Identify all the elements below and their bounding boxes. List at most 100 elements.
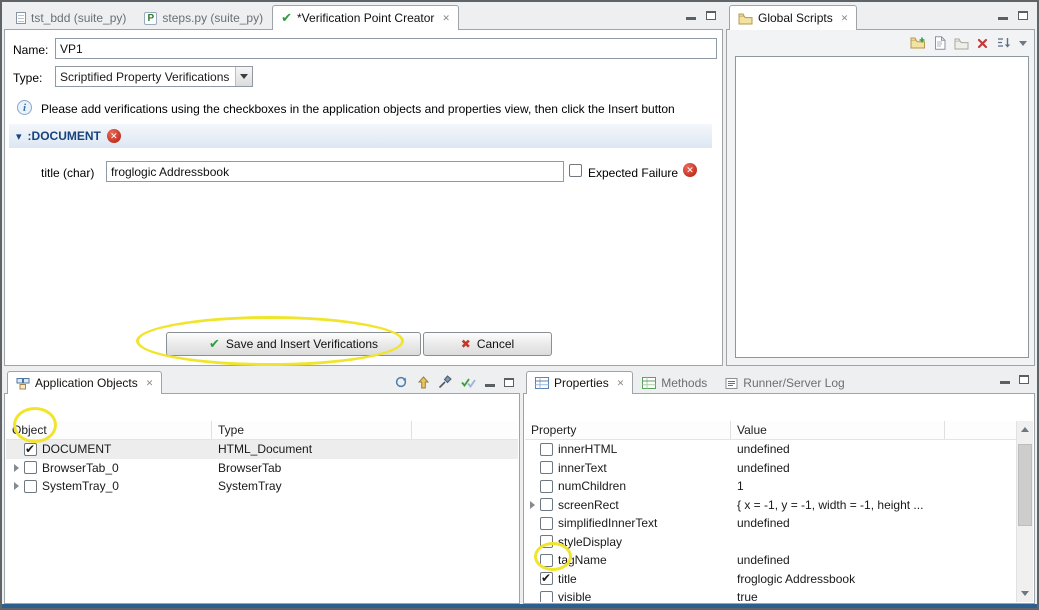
- row-checkbox[interactable]: [540, 572, 553, 585]
- sort-icon[interactable]: [996, 36, 1011, 50]
- tab-properties[interactable]: Properties ✕: [526, 371, 633, 394]
- property-row[interactable]: simplifiedInnerTextundefined: [525, 514, 1016, 533]
- property-name: visible: [558, 590, 591, 602]
- new-folder-icon[interactable]: [910, 36, 926, 50]
- expected-failure-label: Expected Failure: [588, 166, 678, 180]
- view-menu-icon[interactable]: [1019, 41, 1027, 46]
- object-row[interactable]: BrowserTab_0BrowserTab: [6, 459, 518, 478]
- column-header-value[interactable]: Value: [731, 421, 945, 439]
- cancel-button[interactable]: ✖ Cancel: [423, 332, 552, 356]
- property-row[interactable]: innerTextundefined: [525, 459, 1016, 478]
- application-objects-toolbar: [394, 375, 514, 389]
- refresh-objects-icon[interactable]: [394, 375, 409, 389]
- property-row[interactable]: visible true: [525, 588, 1016, 602]
- expander-icon[interactable]: [14, 482, 19, 490]
- vp-name-input[interactable]: [55, 38, 717, 59]
- row-checkbox[interactable]: [540, 554, 553, 567]
- column-header-type[interactable]: Type: [212, 421, 412, 439]
- scroll-up-icon[interactable]: [1017, 421, 1033, 438]
- new-script-icon[interactable]: [934, 36, 946, 50]
- minimize-icon[interactable]: [1000, 375, 1010, 384]
- tab-methods[interactable]: Methods: [633, 372, 716, 393]
- vertical-scrollbar[interactable]: [1016, 421, 1033, 602]
- row-checkbox[interactable]: [540, 517, 553, 530]
- remove-section-icon[interactable]: ✕: [107, 129, 121, 143]
- row-checkbox[interactable]: [24, 443, 37, 456]
- delete-icon[interactable]: [977, 38, 988, 49]
- row-checkbox[interactable]: [540, 443, 553, 456]
- property-row[interactable]: tagNameundefined: [525, 551, 1016, 570]
- close-icon[interactable]: ✕: [146, 378, 154, 389]
- editor-tab-verification-point-creator[interactable]: ✔ *Verification Point Creator ✕: [272, 5, 459, 30]
- minimize-icon[interactable]: [998, 11, 1008, 20]
- editor-tab-steps-py[interactable]: P steps.py (suite_py): [135, 6, 272, 29]
- vp-type-select[interactable]: Scriptified Property Verifications: [55, 66, 253, 87]
- document-section-header[interactable]: ▾ :DOCUMENT ✕: [9, 124, 712, 148]
- properties-tab-icon: [535, 377, 549, 389]
- property-row[interactable]: styleDisplay: [525, 533, 1016, 552]
- tab-label: steps.py (suite_py): [162, 11, 263, 25]
- maximize-icon[interactable]: [1019, 375, 1029, 384]
- minimize-icon[interactable]: [485, 378, 495, 387]
- chevron-down-icon[interactable]: ▾: [16, 130, 22, 143]
- scrollbar-thumb[interactable]: [1018, 444, 1032, 526]
- table-header: Property Value: [525, 421, 1016, 440]
- object-row[interactable]: DOCUMENTHTML_Document: [6, 440, 518, 459]
- properties-window-controls: [1000, 375, 1029, 384]
- property-row[interactable]: titlefroglogic Addressbook: [525, 570, 1016, 589]
- column-header-filler: [412, 421, 518, 439]
- property-row[interactable]: innerHTMLundefined: [525, 440, 1016, 459]
- row-checkbox[interactable]: [24, 461, 37, 474]
- save-and-insert-button[interactable]: ✔ Save and Insert Verifications: [166, 332, 421, 356]
- close-icon[interactable]: ✕: [841, 13, 849, 24]
- row-checkbox[interactable]: [540, 498, 553, 511]
- remove-verification-icon[interactable]: ✕: [683, 163, 697, 177]
- row-checkbox[interactable]: [24, 480, 37, 493]
- chevron-down-icon[interactable]: [235, 67, 252, 86]
- move-up-icon[interactable]: [418, 376, 429, 389]
- properties-body: Property Value innerHTMLundefinedinnerTe…: [523, 394, 1035, 604]
- row-checkbox[interactable]: [540, 480, 553, 493]
- property-row[interactable]: numChildren1: [525, 477, 1016, 496]
- row-checkbox[interactable]: [540, 461, 553, 474]
- tab-application-objects[interactable]: Application Objects ✕: [7, 371, 162, 394]
- editor-tab-tst-bdd[interactable]: tst_bdd (suite_py): [7, 6, 135, 29]
- expander-icon[interactable]: [530, 501, 535, 509]
- maximize-icon[interactable]: [504, 378, 514, 387]
- global-scripts-content[interactable]: [735, 56, 1029, 358]
- expected-failure-checkbox[interactable]: [569, 164, 582, 177]
- row-checkbox[interactable]: [540, 591, 553, 602]
- editor-window-controls: [686, 11, 716, 20]
- save-button-label: Save and Insert Verifications: [226, 337, 378, 351]
- column-header-object[interactable]: Object: [6, 421, 212, 439]
- expander-icon[interactable]: [14, 464, 19, 472]
- property-name: innerHTML: [558, 442, 617, 456]
- open-folder-icon[interactable]: [954, 37, 969, 50]
- tab-global-scripts[interactable]: Global Scripts ✕: [729, 5, 857, 30]
- property-value: true: [737, 590, 758, 602]
- type-label: Type:: [13, 71, 42, 85]
- row-checkbox[interactable]: [540, 535, 553, 548]
- column-header-filler: [945, 421, 1016, 439]
- check-all-icon[interactable]: [461, 376, 476, 388]
- close-icon[interactable]: ✕: [617, 378, 625, 389]
- property-row[interactable]: screenRect{ x = -1, y = -1, width = -1, …: [525, 496, 1016, 515]
- object-picker-icon[interactable]: [438, 375, 452, 389]
- application-objects-tabbar: Application Objects ✕: [4, 370, 520, 394]
- maximize-icon[interactable]: [1018, 11, 1028, 20]
- tab-label: Application Objects: [35, 376, 138, 390]
- close-icon[interactable]: ✕: [442, 13, 450, 24]
- object-row[interactable]: SystemTray_0SystemTray: [6, 477, 518, 496]
- verification-value-input[interactable]: [106, 161, 564, 182]
- property-name: simplifiedInnerText: [558, 516, 657, 530]
- table-header: Object Type: [6, 421, 518, 440]
- maximize-icon[interactable]: [706, 11, 716, 20]
- verification-point-form: Name: Type: Scriptified Property Verific…: [4, 30, 723, 366]
- tab-runner-server-log[interactable]: Runner/Server Log: [716, 372, 853, 393]
- runner-log-tab-icon: [725, 377, 738, 390]
- column-header-property[interactable]: Property: [525, 421, 731, 439]
- file-icon: [16, 12, 26, 24]
- minimize-icon[interactable]: [686, 11, 696, 20]
- scroll-down-icon[interactable]: [1017, 585, 1033, 602]
- property-rows: innerHTMLundefinedinnerTextundefinednumC…: [525, 440, 1016, 602]
